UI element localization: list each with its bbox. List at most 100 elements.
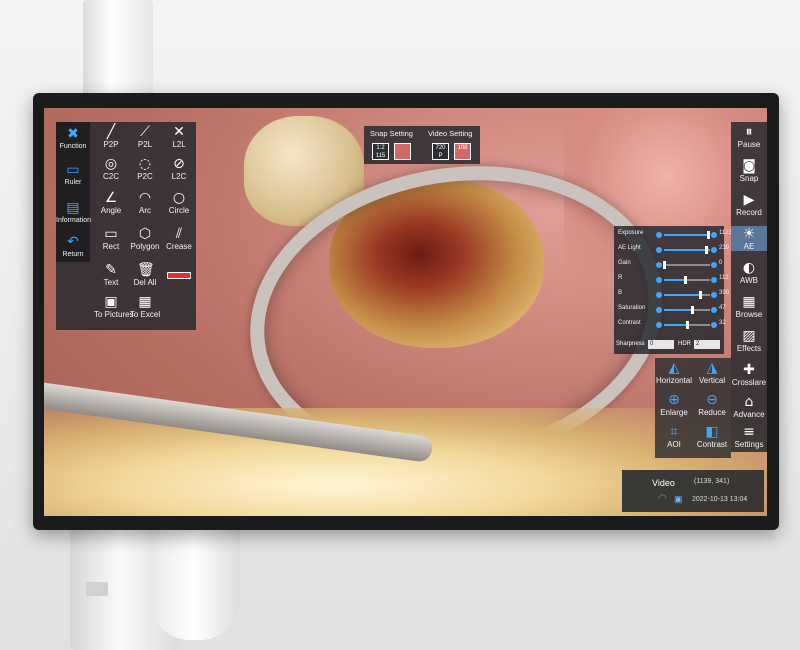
decrease-icon[interactable] xyxy=(656,307,662,313)
increase-icon[interactable] xyxy=(711,232,717,238)
slider-track[interactable] xyxy=(663,261,710,269)
slider-handle[interactable] xyxy=(698,291,702,299)
tool-label: Polygon xyxy=(130,242,160,251)
tool-angle[interactable]: ∠ Angle xyxy=(94,190,128,215)
color-swatch-icon[interactable] xyxy=(167,272,191,279)
sidebar-item-ruler[interactable]: ▭ Ruler xyxy=(56,162,90,186)
control-aoi[interactable]: ⌗ AOI xyxy=(655,424,693,449)
decrease-icon[interactable] xyxy=(656,322,662,328)
snap-resolution-button[interactable]: 1:2 115 xyxy=(372,143,389,160)
control-contrast[interactable]: ◧ Contrast xyxy=(693,424,731,449)
tool-l2l[interactable]: ✕ L2L xyxy=(162,124,196,149)
toolbar-label: AWB xyxy=(740,276,758,285)
toolbar-crosslare[interactable]: ✚ Crosslare xyxy=(731,362,767,387)
sidebar-item-label: Function xyxy=(59,143,87,150)
toolbar-browse[interactable]: ▦ Browse xyxy=(731,294,767,319)
sharpness-label: Sharpness xyxy=(616,341,645,347)
slider-fill xyxy=(664,249,707,251)
slider-track[interactable] xyxy=(664,276,710,284)
tool-delete-all[interactable]: 🗑 Del All xyxy=(128,262,162,287)
toolbar-awb[interactable]: ◐ AWB xyxy=(731,260,767,285)
video-format-button[interactable]: 108 xyxy=(454,143,471,160)
tool-circle[interactable]: ○ Circle xyxy=(162,190,196,215)
sidebar-item-function[interactable]: ✖ Function xyxy=(56,126,90,150)
slider-exposure[interactable]: Exposure 1123 xyxy=(618,230,732,240)
slider-handle[interactable] xyxy=(706,231,710,239)
increase-icon[interactable] xyxy=(711,307,717,313)
text-icon: ✎ xyxy=(105,262,117,278)
tool-polygon[interactable]: ⬡ Polygon xyxy=(128,226,162,251)
slider-value: 0 xyxy=(719,260,723,266)
slider-track[interactable] xyxy=(664,291,710,299)
tool-arc[interactable]: ◠ Arc xyxy=(128,190,162,215)
tool-text[interactable]: ✎ Text xyxy=(94,262,128,287)
decrease-icon[interactable] xyxy=(656,232,662,238)
slider-handle[interactable] xyxy=(683,276,687,284)
tool-c2c[interactable]: ◎ C2C xyxy=(94,156,128,181)
increase-icon[interactable] xyxy=(711,292,717,298)
slider-handle[interactable] xyxy=(686,321,689,329)
slider-handle[interactable] xyxy=(705,246,709,254)
slider-contrast[interactable]: Contrast 32 xyxy=(618,320,726,330)
awb-icon: ◐ xyxy=(742,260,756,276)
tool-p2l[interactable]: ⟋ P2L xyxy=(128,124,162,149)
decrease-icon[interactable] xyxy=(656,277,662,283)
video-resolution-button[interactable]: 720 P xyxy=(432,143,449,160)
tool-label: L2L xyxy=(172,140,186,149)
slider-handle[interactable] xyxy=(663,261,666,269)
settings-bar: Snap Setting Video Setting 1:2 115 720 P 1… xyxy=(364,126,480,164)
arc-icon: ◠ xyxy=(138,190,152,206)
control-vertical[interactable]: ◮ Vertical xyxy=(693,360,731,385)
toolbar-advance[interactable]: ⌂ Advance xyxy=(731,394,767,419)
slider-track[interactable] xyxy=(664,321,710,329)
toolbar-snap[interactable]: ◙ Snap xyxy=(731,158,767,183)
hdr-select[interactable]: 2 xyxy=(694,340,720,349)
slider-ae-light[interactable]: AE Light 239 xyxy=(618,245,729,255)
snap-format-button[interactable] xyxy=(394,143,411,160)
increase-icon[interactable] xyxy=(711,247,717,253)
control-reduce[interactable]: ⊖ Reduce xyxy=(693,392,731,417)
tool-crease[interactable]: ⫽ Crease xyxy=(162,226,196,251)
tool-p2p-line[interactable]: ╱ P2P xyxy=(94,124,128,149)
slider-value: 112 xyxy=(719,275,729,281)
sharpness-select[interactable]: 0 xyxy=(648,340,674,349)
slider-track[interactable] xyxy=(664,246,710,254)
status-box: Video (1139, 341) ◠ ▣ 2022-10-13 13:04 xyxy=(622,470,764,512)
function-sidebar-bottom xyxy=(56,262,90,330)
toolbar-pause[interactable]: ⏸ Pause xyxy=(731,124,767,149)
to-excel-icon: ▦ xyxy=(138,294,152,310)
slider-track[interactable] xyxy=(664,306,710,314)
control-horizontal[interactable]: ◭ Horizontal xyxy=(655,360,693,385)
tool-to-pictures[interactable]: ▣ To Pictures xyxy=(94,294,134,319)
slider-gain[interactable]: Gain 0 xyxy=(618,260,722,270)
tool-p2c[interactable]: ◌ P2C xyxy=(128,156,162,181)
increase-icon[interactable] xyxy=(711,277,717,283)
slider-b[interactable]: B 390 xyxy=(618,290,729,300)
slider-saturation[interactable]: Saturation 47 xyxy=(618,305,726,315)
toolbar-record[interactable]: ▶ Record xyxy=(731,192,767,217)
increase-icon[interactable] xyxy=(711,262,717,268)
tool-to-excel[interactable]: ▦ To Excel xyxy=(128,294,162,319)
slider-handle[interactable] xyxy=(690,306,694,314)
toolbar-ae[interactable]: ☀ AE xyxy=(731,226,767,251)
decrease-icon[interactable] xyxy=(656,262,662,268)
increase-icon[interactable] xyxy=(711,322,717,328)
tool-label: P2P xyxy=(103,140,119,149)
slider-fill xyxy=(664,279,685,281)
tool-rect[interactable]: ▭ Rect xyxy=(94,226,128,251)
decrease-icon[interactable] xyxy=(656,247,662,253)
sidebar-item-return[interactable]: ↶ Return xyxy=(56,234,90,258)
toolbar-settings[interactable]: ≡ Settings xyxy=(731,424,767,449)
decrease-icon[interactable] xyxy=(656,292,662,298)
tool-label: Text xyxy=(103,278,119,287)
tool-l2c[interactable]: ⊘ L2C xyxy=(162,156,196,181)
slider-r[interactable]: R 112 xyxy=(618,275,729,285)
tool-label: Circle xyxy=(168,206,190,215)
sidebar-item-information[interactable]: ▤ Information xyxy=(56,200,91,224)
slider-track[interactable] xyxy=(664,231,710,239)
l2c-icon: ⊘ xyxy=(173,156,185,172)
control-enlarge[interactable]: ⊕ Enlarge xyxy=(655,392,693,417)
tool-label: Rect xyxy=(102,242,120,251)
slider-value: 390 xyxy=(719,290,730,296)
toolbar-effects[interactable]: ▨ Effects xyxy=(731,328,767,353)
